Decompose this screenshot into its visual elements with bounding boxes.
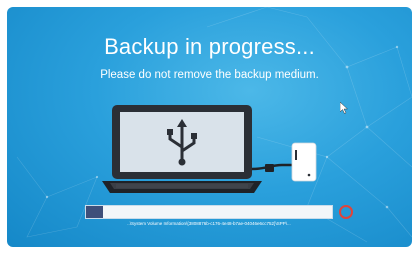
external-drive-icon [291,142,317,182]
progress-file-path: ..\System Volume Information\{3808876b-c… [127,221,291,226]
progress-fill [86,206,104,218]
cancel-button[interactable] [339,205,353,219]
mouse-cursor-icon [340,102,348,114]
page-subtitle: Please do not remove the backup medium. [100,69,319,81]
backup-screen: Backup in progress... Please do not remo… [7,7,412,247]
backup-illustration [102,105,317,193]
backup-progress-bar [85,205,333,219]
page-title: Backup in progress... [104,34,315,59]
